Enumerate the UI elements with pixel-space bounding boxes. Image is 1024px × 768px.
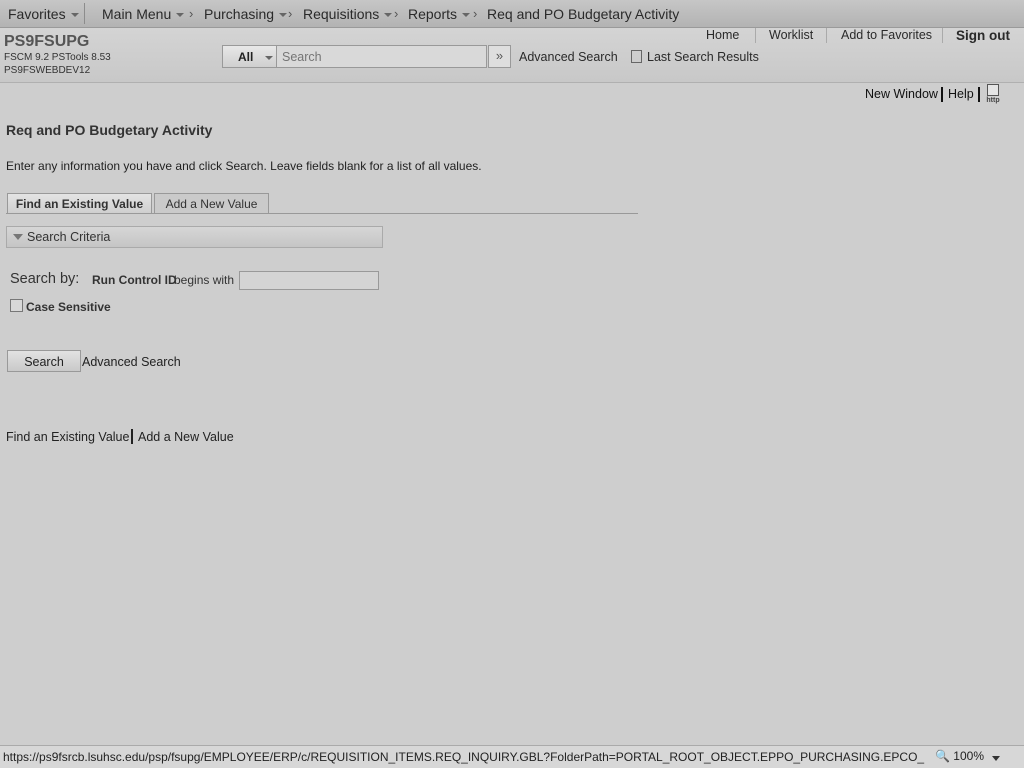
breadcrumb-purchasing[interactable]: Purchasing xyxy=(204,6,288,22)
operator-label: begins with xyxy=(174,273,235,287)
chevron-down-icon xyxy=(70,13,79,18)
top-navigation-bar: Favorites Main Menu › Purchasing › Requi… xyxy=(0,0,1024,28)
advanced-search-link[interactable]: Advanced Search xyxy=(82,355,181,369)
portal-header: PS9FSUPG FSCM 9.2 PSTools 8.53 PS9FSWEBD… xyxy=(0,28,1024,83)
search-scope-select[interactable]: All xyxy=(222,45,277,68)
new-window-link[interactable]: New Window xyxy=(865,87,938,101)
breadcrumb-chevron-icon: › xyxy=(394,6,399,21)
browser-status-bar: https://ps9fsrcb.lsuhsc.edu/psp/fsupg/EM… xyxy=(0,745,1024,768)
help-link[interactable]: Help xyxy=(948,87,974,101)
main-menu[interactable]: Main Menu xyxy=(102,6,185,22)
breadcrumb-chevron-icon: › xyxy=(473,6,478,21)
header-advanced-search-link[interactable]: Advanced Search xyxy=(519,50,618,64)
search-scope-value: All xyxy=(238,50,254,64)
breadcrumb-requisitions[interactable]: Requisitions xyxy=(303,6,393,22)
main-menu-label: Main Menu xyxy=(102,6,172,22)
system-name: PS9FSUPG xyxy=(4,33,90,50)
double-chevron-right-icon: » xyxy=(495,48,504,63)
page-title: Req and PO Budgetary Activity xyxy=(6,122,213,138)
chevron-down-icon xyxy=(462,13,471,18)
last-search-results-label: Last Search Results xyxy=(647,50,759,64)
chevron-down-icon xyxy=(176,13,185,18)
zoom-level: 100% xyxy=(953,749,984,763)
add-to-favorites-link[interactable]: Add to Favorites xyxy=(841,28,932,42)
tab-add-new-value[interactable]: Add a New Value xyxy=(154,193,269,213)
http-icon-label: http xyxy=(986,97,1000,104)
search-criteria-header[interactable]: Search Criteria xyxy=(6,226,383,248)
chevron-down-icon xyxy=(384,13,393,18)
run-control-id-input[interactable] xyxy=(239,271,379,290)
http-link-icon[interactable]: http xyxy=(985,84,1001,104)
zoom-dropdown-icon[interactable] xyxy=(992,756,1000,761)
search-button[interactable]: Search xyxy=(7,350,81,372)
favorites-label: Favorites xyxy=(8,6,66,22)
system-info: FSCM 9.2 PSTools 8.53 xyxy=(4,52,111,63)
document-icon xyxy=(987,84,999,96)
sign-out-link[interactable]: Sign out xyxy=(956,28,1010,43)
breadcrumb-chevron-icon: › xyxy=(288,6,293,21)
instructions-text: Enter any information you have and click… xyxy=(6,159,482,173)
breadcrumb-chevron-icon: › xyxy=(189,6,194,21)
breadcrumb-current-page: Req and PO Budgetary Activity xyxy=(487,6,680,22)
bottom-divider xyxy=(131,429,133,444)
breadcrumb-reports-label: Reports xyxy=(408,6,458,22)
pagebar-divider xyxy=(978,87,980,102)
search-results-icon xyxy=(631,50,642,63)
case-sensitive-label: Case Sensitive xyxy=(26,300,111,314)
chevron-down-icon xyxy=(279,13,288,18)
case-sensitive-checkbox[interactable] xyxy=(10,299,23,312)
chevron-down-icon xyxy=(265,56,273,60)
search-input[interactable] xyxy=(277,45,487,68)
header-divider xyxy=(755,28,756,43)
global-search: All » xyxy=(222,45,511,69)
search-criteria-label: Search Criteria xyxy=(27,230,111,244)
home-link[interactable]: Home xyxy=(706,28,739,42)
last-search-results-link[interactable]: Last Search Results xyxy=(631,50,759,64)
zoom-magnifier-icon: 🔍 xyxy=(935,749,950,763)
tab-find-existing-value[interactable]: Find an Existing Value xyxy=(7,193,152,213)
breadcrumb-purchasing-label: Purchasing xyxy=(204,6,275,22)
breadcrumb-requisitions-label: Requisitions xyxy=(303,6,380,22)
run-control-id-label: Run Control ID xyxy=(92,273,177,287)
worklist-link[interactable]: Worklist xyxy=(769,28,813,42)
favorites-menu[interactable]: Favorites xyxy=(8,6,79,22)
bottom-add-new-link[interactable]: Add a New Value xyxy=(138,430,234,444)
bottom-find-existing-link[interactable]: Find an Existing Value xyxy=(6,430,129,444)
search-go-button[interactable]: » xyxy=(488,45,511,68)
nav-divider xyxy=(84,3,85,24)
status-url: https://ps9fsrcb.lsuhsc.edu/psp/fsupg/EM… xyxy=(3,750,925,764)
header-divider xyxy=(942,28,943,43)
zoom-control[interactable]: 🔍 100% xyxy=(935,749,984,763)
header-divider xyxy=(826,28,827,43)
tab-underline xyxy=(6,213,638,214)
server-name: PS9FSWEBDEV12 xyxy=(4,65,91,76)
collapse-triangle-icon xyxy=(13,234,23,240)
search-by-label: Search by: xyxy=(10,271,80,287)
breadcrumb-reports[interactable]: Reports xyxy=(408,6,471,22)
pagebar-divider xyxy=(941,87,943,102)
